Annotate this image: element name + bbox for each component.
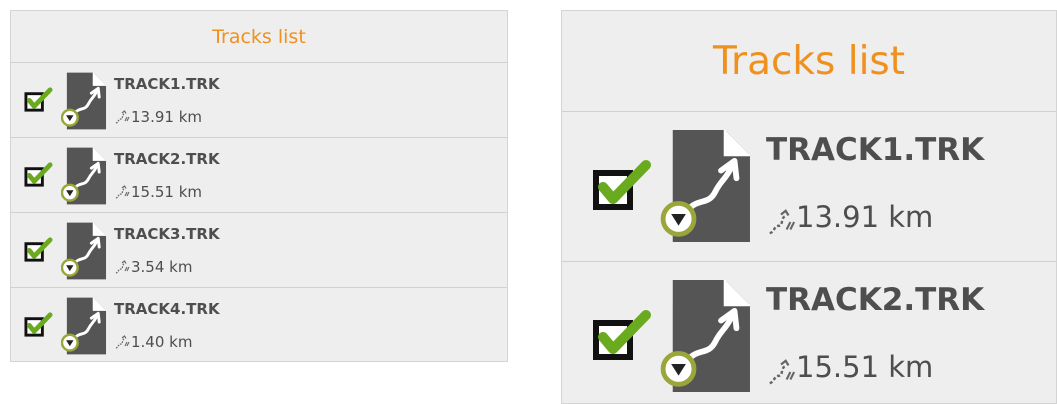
panel-title: Tracks list <box>11 11 507 63</box>
checkbox-checked-icon[interactable] <box>592 155 652 215</box>
track-file-icon <box>660 130 755 242</box>
tracks-list-panel-zoomed: Tracks list TRACK1.TRK 13.91 km TRACK2.T… <box>561 10 1057 404</box>
track-distance-icon <box>766 357 796 387</box>
track-list: TRACK1.TRK 13.91 km TRACK2.TRK 15.51 km <box>562 112 1056 403</box>
track-distance: 15.51 km <box>131 183 203 201</box>
track-distance-icon <box>114 184 130 200</box>
track-item[interactable]: TRACK4.TRK 1.40 km <box>11 288 507 361</box>
checkbox-checked-icon[interactable] <box>24 310 53 339</box>
track-distance-icon <box>114 334 130 350</box>
track-item[interactable]: TRACK2.TRK 15.51 km <box>11 138 507 213</box>
track-distance: 3.54 km <box>131 258 193 276</box>
checkbox-checked-icon[interactable] <box>592 305 652 365</box>
track-file-icon <box>61 72 108 130</box>
track-item[interactable]: TRACK2.TRK 15.51 km <box>562 262 1056 403</box>
track-list: TRACK1.TRK 13.91 km TRACK2.TRK 15.51 km … <box>11 63 507 361</box>
track-name: TRACK3.TRK <box>114 225 220 243</box>
track-distance: 1.40 km <box>131 333 193 351</box>
checkbox-checked-icon[interactable] <box>24 160 53 189</box>
checkbox-checked-icon[interactable] <box>24 85 53 114</box>
track-file-icon <box>61 147 108 205</box>
track-distance: 13.91 km <box>131 108 203 126</box>
track-distance: 15.51 km <box>796 350 934 384</box>
track-file-icon <box>660 280 755 392</box>
track-name: TRACK1.TRK <box>114 75 220 93</box>
checkbox-checked-icon[interactable] <box>24 235 53 264</box>
track-name: TRACK1.TRK <box>766 132 985 168</box>
track-item[interactable]: TRACK1.TRK 13.91 km <box>11 63 507 138</box>
tracks-list-panel: Tracks list TRACK1.TRK 13.91 km TRACK2.T… <box>10 10 508 362</box>
track-name: TRACK4.TRK <box>114 300 220 318</box>
panel-title: Tracks list <box>562 11 1056 112</box>
track-item[interactable]: TRACK1.TRK 13.91 km <box>562 112 1056 262</box>
track-item[interactable]: TRACK3.TRK 3.54 km <box>11 213 507 288</box>
track-distance-icon <box>114 109 130 125</box>
track-distance-icon <box>114 259 130 275</box>
track-file-icon <box>61 297 108 355</box>
track-name: TRACK2.TRK <box>766 282 985 318</box>
track-distance-icon <box>766 207 796 237</box>
track-distance: 13.91 km <box>796 200 934 234</box>
track-file-icon <box>61 222 108 280</box>
track-name: TRACK2.TRK <box>114 150 220 168</box>
